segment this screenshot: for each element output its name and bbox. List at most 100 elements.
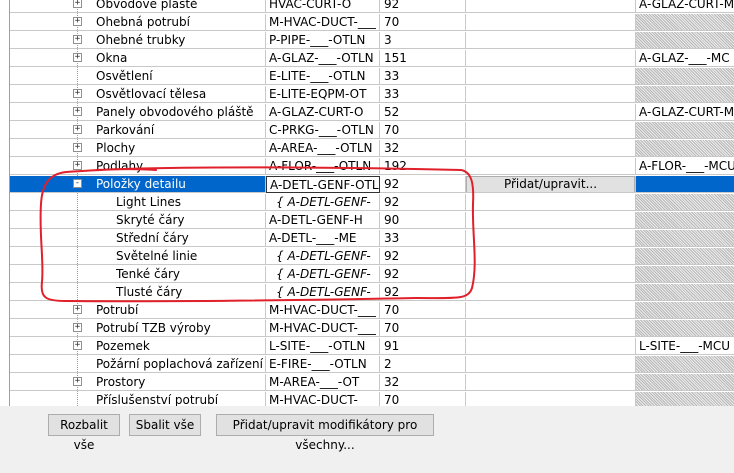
layer-pattern-cell[interactable]: { A-DETL-GENF- [266, 248, 380, 265]
expand-icon[interactable]: + [73, 53, 82, 62]
modifier-cell[interactable] [636, 14, 734, 31]
modifier-cell[interactable] [636, 392, 734, 406]
modifier-cell[interactable]: A-FLOR-___-MCU [636, 158, 734, 175]
table-row[interactable]: + Potrubí TZB výroby M-HVAC-DUCT-___ 70 [10, 320, 734, 338]
color-number-cell[interactable]: 151 [380, 50, 466, 67]
table-row[interactable]: - Položky detailu A-DETL-GENF-OTL 92 Přidat/… [10, 176, 734, 194]
color-number-cell[interactable]: 70 [380, 320, 466, 337]
modifier-cell[interactable] [636, 302, 734, 319]
modifier-cell[interactable] [636, 266, 734, 283]
expand-icon[interactable]: + [73, 143, 82, 152]
layer-pattern-cell[interactable]: A-DETL-___-ME [266, 230, 380, 247]
table-row[interactable]: + Prostory M-AREA-___-OT 32 [10, 374, 734, 392]
layer-name-cell[interactable]: Světelné linie [10, 248, 266, 265]
expand-icon[interactable]: + [73, 305, 82, 314]
layer-name-cell[interactable]: + Osvětlovací tělesa [10, 86, 266, 103]
color-number-cell[interactable]: 33 [380, 230, 466, 247]
edit-all-modifiers-button[interactable]: Přidat/upravit modifikátory pro všechny.… [216, 414, 434, 452]
layer-pattern-cell[interactable]: M-HVAC-DUCT-___ [266, 14, 380, 31]
table-row[interactable]: + Pozemek L-SITE-___-OTLN 91 L-SITE-___-MCU [10, 338, 734, 356]
layer-pattern-cell[interactable]: M-AREA-___-OT [266, 374, 380, 391]
add-edit-modifiers-button[interactable]: Přidat/upravit... [466, 176, 635, 192]
layer-name-cell[interactable]: Skryté čáry [10, 212, 266, 229]
layer-pattern-cell[interactable]: { A-DETL-GENF- [266, 266, 380, 283]
layer-pattern-cell[interactable]: E-FIRE-___-OTLN [266, 356, 380, 373]
layer-name-cell[interactable]: Tlusté čáry [10, 284, 266, 301]
expand-all-button[interactable]: Rozbalit vše [48, 414, 120, 452]
layer-pattern-cell[interactable]: C-PRKG-___-OTLN [266, 122, 380, 139]
layer-name-cell[interactable]: + Plochy [10, 140, 266, 157]
layer-name-cell[interactable]: Střední čáry [10, 230, 266, 247]
layer-pattern-cell[interactable]: M-HVAC-DUCT-___ [266, 320, 380, 337]
layer-pattern-cell[interactable]: A-GLAZ-___-OTLN [266, 50, 380, 67]
color-number-cell[interactable]: 90 [380, 212, 466, 229]
expand-icon[interactable]: + [73, 323, 82, 332]
layer-name-cell[interactable]: Příslušenství potrubí [10, 392, 266, 406]
layer-pattern-cell[interactable]: HVAC-CURT-O [266, 0, 380, 13]
modifier-cell[interactable] [636, 194, 734, 211]
table-row[interactable]: + Potrubí M-HVAC-DUCT-___ 70 [10, 302, 734, 320]
layer-name-cell[interactable]: + Pozemek [10, 338, 266, 355]
color-number-cell[interactable]: 70 [380, 302, 466, 319]
layer-pattern-cell[interactable]: P-PIPE-___-OTLN [266, 32, 380, 49]
layer-name-cell[interactable]: Osvětlení [10, 68, 266, 85]
table-row[interactable]: + Panely obvodového pláště A-GLAZ-CURT-O 52… [10, 104, 734, 122]
table-row[interactable]: Požární poplachová zařízení E-FIRE-___-OT… [10, 356, 734, 374]
color-number-cell[interactable]: 70 [380, 392, 466, 406]
modifier-cell[interactable] [636, 230, 734, 247]
color-number-cell[interactable]: 92 [380, 266, 466, 283]
layer-name-cell[interactable]: Požární poplachová zařízení [10, 356, 266, 373]
expand-icon[interactable]: + [73, 107, 82, 116]
table-row[interactable]: + Plochy A-AREA-___-OTLN 32 [10, 140, 734, 158]
expand-icon[interactable]: + [73, 161, 82, 170]
table-row[interactable]: Příslušenství potrubí M-HVAC-DUCT-___ 70 [10, 392, 734, 406]
color-number-cell[interactable]: 92 [380, 0, 466, 13]
modifier-cell[interactable]: A-GLAZ-CURT-MC [636, 0, 734, 13]
layer-pattern-cell[interactable]: L-SITE-___-OTLN [266, 338, 380, 355]
table-row[interactable]: + Obvodové pláště HVAC-CURT-O 92 A-GLAZ-CURT… [10, 0, 734, 14]
layer-name-cell[interactable]: - Položky detailu [10, 176, 266, 193]
expand-icon[interactable]: + [73, 17, 82, 26]
table-row[interactable]: + Podlahy A-FLOR-___-OTLN 192 A-FLOR-___-MCU [10, 158, 734, 176]
expand-icon[interactable]: + [73, 0, 82, 8]
modifier-cell[interactable] [636, 374, 734, 391]
table-row[interactable]: Tenké čáry { A-DETL-GENF- 92 [10, 266, 734, 284]
modifier-cell[interactable] [636, 176, 734, 193]
table-row[interactable]: + Parkování C-PRKG-___-OTLN 70 [10, 122, 734, 140]
modifier-cell[interactable] [636, 32, 734, 49]
color-number-cell[interactable]: 92 [380, 248, 466, 265]
layer-pattern-cell[interactable]: { A-DETL-GENF- [266, 284, 380, 301]
table-row[interactable]: + Okna A-GLAZ-___-OTLN 151 A-GLAZ-___-MC [10, 50, 734, 68]
table-row[interactable]: Světelné linie { A-DETL-GENF- 92 [10, 248, 734, 266]
color-number-cell[interactable]: 32 [380, 140, 466, 157]
modifier-cell[interactable] [636, 140, 734, 157]
layer-pattern-cell[interactable]: { A-DETL-GENF- [266, 194, 380, 211]
layer-pattern-cell[interactable]: A-DETL-GENF-OTL [266, 176, 380, 193]
layer-name-cell[interactable]: + Obvodové pláště [10, 0, 266, 13]
expand-icon[interactable]: + [73, 89, 82, 98]
collapse-icon[interactable]: - [73, 179, 82, 188]
color-number-cell[interactable]: 70 [380, 122, 466, 139]
layer-name-cell[interactable]: + Panely obvodového pláště [10, 104, 266, 121]
color-number-cell[interactable]: 92 [380, 284, 466, 301]
layer-name-cell[interactable]: + Ohebné trubky [10, 32, 266, 49]
table-row[interactable]: Skryté čáry A-DETL-GENF-H 90 [10, 212, 734, 230]
table-row[interactable]: + Ohebné trubky P-PIPE-___-OTLN 3 [10, 32, 734, 50]
color-number-cell[interactable]: 32 [380, 374, 466, 391]
color-number-cell[interactable]: 70 [380, 14, 466, 31]
modifier-cell[interactable] [636, 86, 734, 103]
layer-name-cell[interactable]: + Potrubí TZB výroby [10, 320, 266, 337]
modifier-cell[interactable]: A-GLAZ-___-MC [636, 50, 734, 67]
expand-icon[interactable]: + [73, 341, 82, 350]
layer-pattern-cell[interactable]: A-GLAZ-CURT-O [266, 104, 380, 121]
layer-pattern-cell[interactable]: A-FLOR-___-OTLN [266, 158, 380, 175]
expand-icon[interactable]: + [73, 125, 82, 134]
layer-pattern-cell[interactable]: A-AREA-___-OTLN [266, 140, 380, 157]
layer-pattern-cell[interactable]: E-LITE-___-OTLN [266, 68, 380, 85]
color-number-cell[interactable]: 192 [380, 158, 466, 175]
color-number-cell[interactable]: 91 [380, 338, 466, 355]
color-number-cell[interactable]: 92 [380, 194, 466, 211]
table-row[interactable]: + Ohebná potrubí M-HVAC-DUCT-___ 70 [10, 14, 734, 32]
color-number-cell[interactable]: 2 [380, 356, 466, 373]
table-row[interactable]: Light Lines { A-DETL-GENF- 92 [10, 194, 734, 212]
